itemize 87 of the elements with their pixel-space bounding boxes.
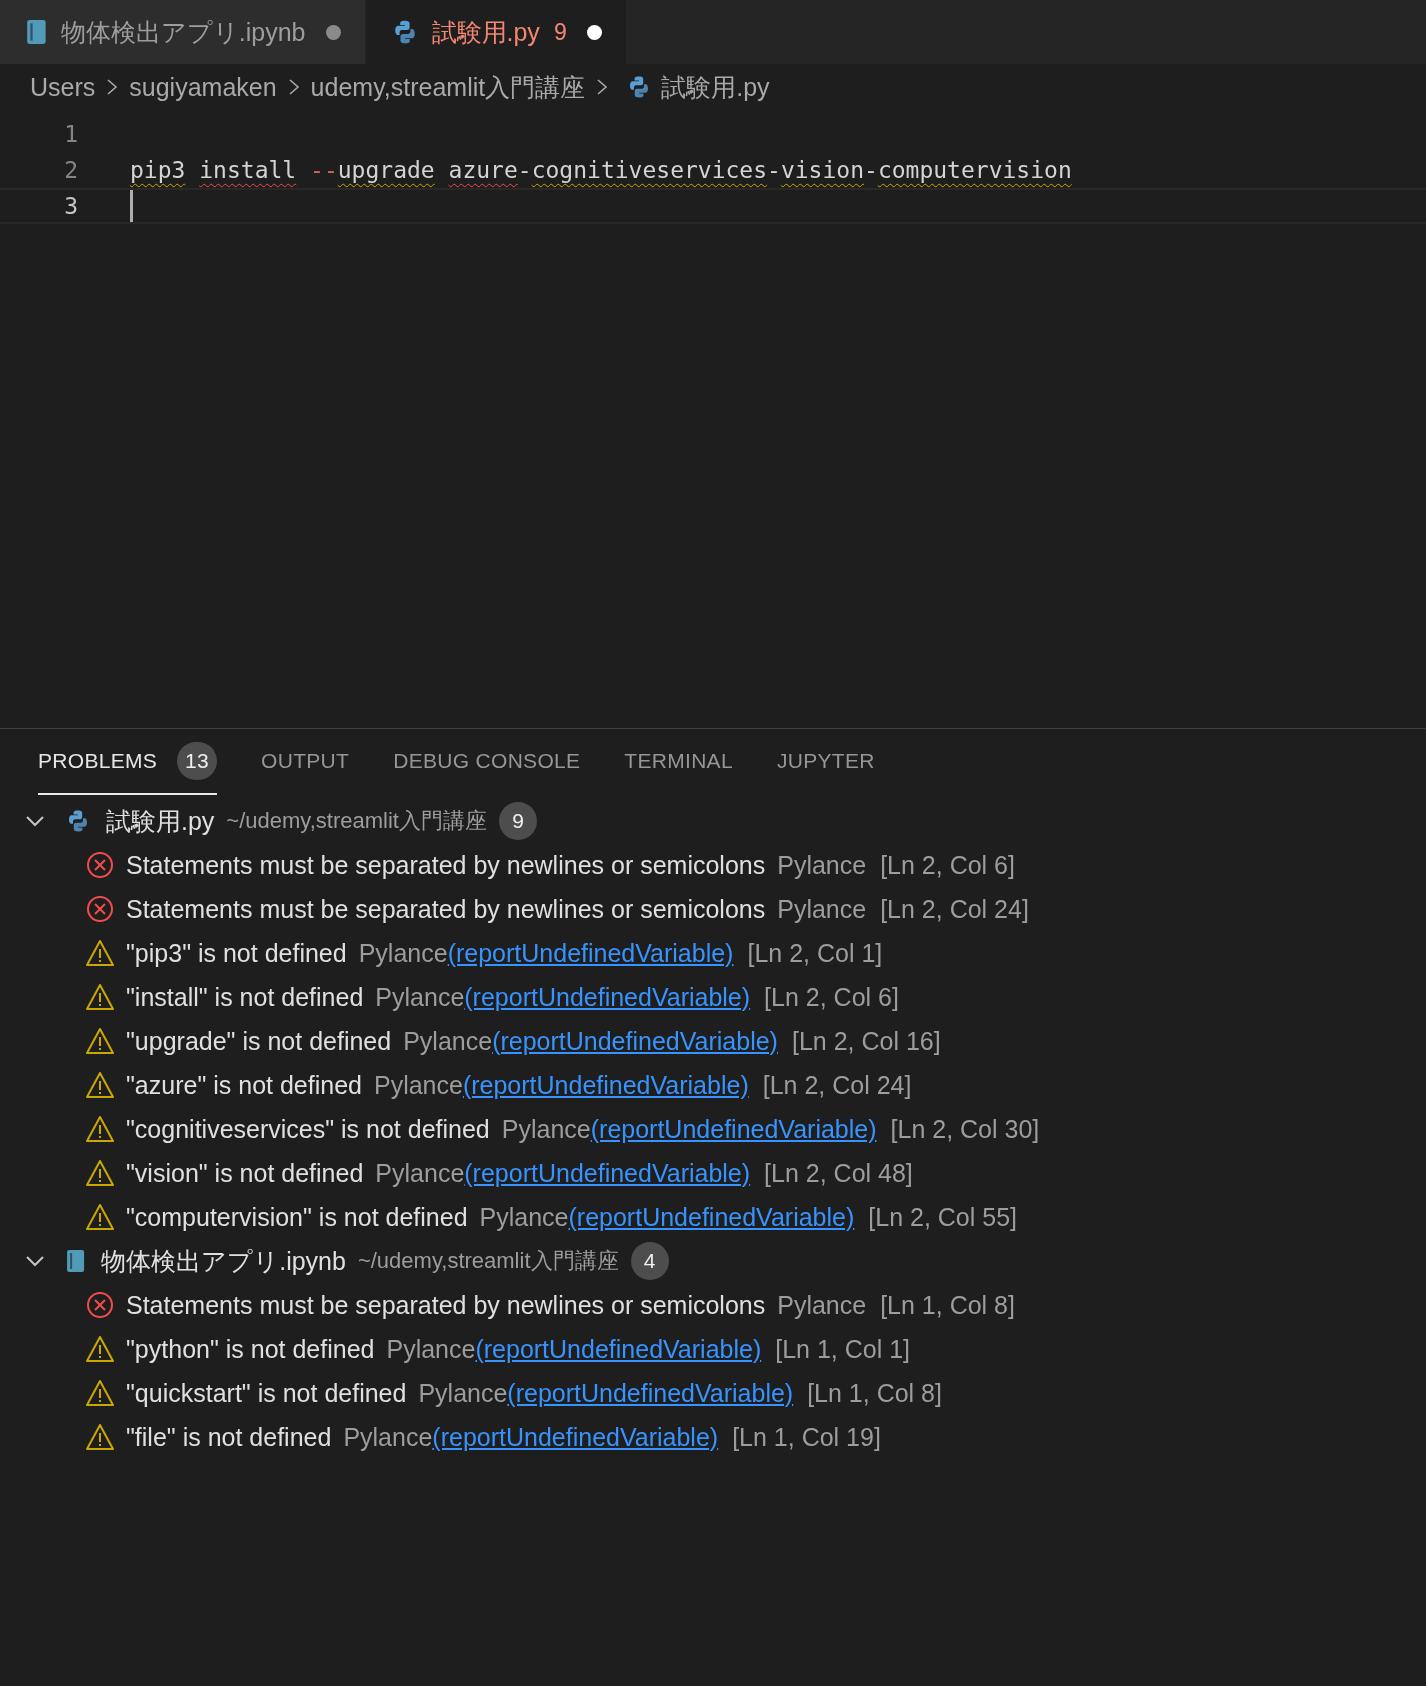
problem-message[interactable]: "install" is not defined (126, 982, 364, 1012)
problem-message[interactable]: "azure" is not defined (126, 1070, 362, 1100)
problem-source: Pylance (386, 1334, 476, 1364)
panel-tab[interactable]: JUPYTER (776, 729, 875, 795)
rule-link[interactable]: (reportUndefinedVariable) (507, 1378, 794, 1408)
tab-label: 試験用.py (431, 16, 540, 48)
problem-location: [Ln 2, Col 30] (890, 1114, 1040, 1144)
rule-link[interactable]: (reportUndefinedVariable) (568, 1202, 855, 1232)
tab-label: 物体検出アプリ.ipynb (60, 16, 306, 48)
problem-message[interactable]: "computervision" is not defined (126, 1202, 468, 1232)
tab-label: TERMINAL (624, 749, 733, 773)
chevron-icon (105, 77, 120, 97)
problem-message[interactable]: Statements must be separated by newlines or semicolons (126, 1290, 766, 1320)
problem-count: 9 (553, 18, 567, 46)
panel-tab[interactable]: DEBUG CONSOLE (393, 729, 581, 795)
problem-location: [Ln 2, Col 1] (747, 938, 883, 968)
python-file-icon (66, 809, 90, 833)
count-badge: 13 (177, 742, 218, 780)
file-path: ~/udemy,streamlit入門講座 (357, 1247, 619, 1275)
line-number: 1 (63, 121, 78, 147)
rule-link[interactable]: (reportUndefinedVariable) (432, 1422, 719, 1452)
rule-link[interactable]: (reportUndefinedVariable) (464, 1158, 751, 1188)
count-badge: 9 (498, 802, 537, 840)
problem-message[interactable]: "python" is not defined (126, 1334, 375, 1364)
problem-source: Pylance (358, 938, 448, 968)
rule-link[interactable]: (reportUndefinedVariable) (590, 1114, 877, 1144)
line-number: 2 (63, 157, 78, 183)
problem-location: [Ln 1, Col 8] (807, 1378, 942, 1408)
text-cursor (130, 190, 133, 222)
rule-link[interactable]: (reportUndefinedVariable) (464, 982, 751, 1012)
problem-source: Pylance (777, 894, 867, 924)
unsaved-dot-icon[interactable] (586, 24, 602, 40)
problem-location: [Ln 2, Col 16] (791, 1026, 941, 1056)
notebook-file-icon (66, 1249, 86, 1273)
problem-message[interactable]: "upgrade" is not defined (126, 1026, 392, 1056)
tab-label: PROBLEMS (38, 749, 158, 773)
problem-location: [Ln 2, Col 24] (880, 894, 1029, 924)
problem-location: [Ln 2, Col 6] (880, 850, 1015, 880)
tab-label: OUTPUT (261, 749, 350, 773)
editor-tab[interactable]: 物体検出アプリ.ipynb (0, 0, 366, 64)
count-badge: 4 (630, 1242, 669, 1280)
problem-message[interactable]: "vision" is not defined (126, 1158, 364, 1188)
notebook-file-icon (26, 19, 47, 45)
breadcrumb-item[interactable]: udemy,streamlit入門講座 (310, 70, 586, 104)
chevron-icon (595, 77, 610, 97)
problem-message[interactable]: Statements must be separated by newlines or semicolons (126, 850, 766, 880)
problem-message[interactable]: "file" is not defined (126, 1422, 332, 1452)
file-path: ~/udemy,streamlit入門講座 (226, 807, 487, 835)
problem-message[interactable]: "pip3" is not defined (126, 938, 347, 968)
problem-source: Pylance (375, 982, 465, 1012)
problem-location: [Ln 1, Col 19] (732, 1422, 881, 1452)
problem-source: Pylance (418, 1378, 508, 1408)
rule-link[interactable]: (reportUndefinedVariable) (447, 938, 734, 968)
rule-link[interactable]: (reportUndefinedVariable) (492, 1026, 778, 1056)
problem-location: [Ln 2, Col 55] (868, 1202, 1018, 1232)
problem-source: Pylance (501, 1114, 591, 1144)
problem-message[interactable]: "cognitiveservices" is not defined (126, 1114, 490, 1144)
problem-source: Pylance (343, 1422, 433, 1452)
problem-source: Pylance (373, 1070, 463, 1100)
problem-source: Pylance (777, 1290, 867, 1320)
code-line: pip3 install --upgrade azure-cognitiveservices-vision-computervision (130, 157, 1072, 183)
unsaved-dot-icon[interactable] (325, 24, 341, 40)
file-name: 試験用.py (106, 805, 215, 837)
problem-message[interactable]: Statements must be separated by newlines or semicolons (126, 894, 766, 924)
problem-location: [Ln 2, Col 48] (764, 1158, 913, 1188)
editor-tab[interactable]: 試験用.py 9 (365, 0, 627, 64)
panel-tab[interactable]: OUTPUT (261, 729, 350, 795)
breadcrumb-item[interactable]: Users (30, 72, 96, 102)
line-number: 3 (63, 193, 78, 219)
panel-tab[interactable]: PROBLEMS 13 (38, 729, 218, 795)
panel-tab[interactable]: TERMINAL (624, 729, 733, 795)
problem-location: [Ln 1, Col 1] (775, 1334, 911, 1364)
problem-location: [Ln 1, Col 8] (880, 1290, 1015, 1320)
rule-link[interactable]: (reportUndefinedVariable) (475, 1334, 762, 1364)
problem-message[interactable]: "quickstart" is not defined (126, 1378, 407, 1408)
problem-location: [Ln 2, Col 6] (764, 982, 899, 1012)
problem-source: Pylance (777, 850, 867, 880)
problem-source: Pylance (479, 1202, 569, 1232)
problem-source: Pylance (375, 1158, 465, 1188)
tab-label: DEBUG CONSOLE (393, 749, 581, 773)
problem-location: [Ln 2, Col 24] (762, 1070, 912, 1100)
breadcrumb-item[interactable]: 試験用.py (661, 70, 770, 104)
breadcrumb-item[interactable]: sugiyamaken (129, 72, 277, 102)
file-name: 物体検出アプリ.ipynb (101, 1245, 346, 1277)
problem-source: Pylance (403, 1026, 493, 1056)
rule-link[interactable]: (reportUndefinedVariable) (462, 1070, 749, 1100)
tab-label: JUPYTER (776, 749, 875, 773)
